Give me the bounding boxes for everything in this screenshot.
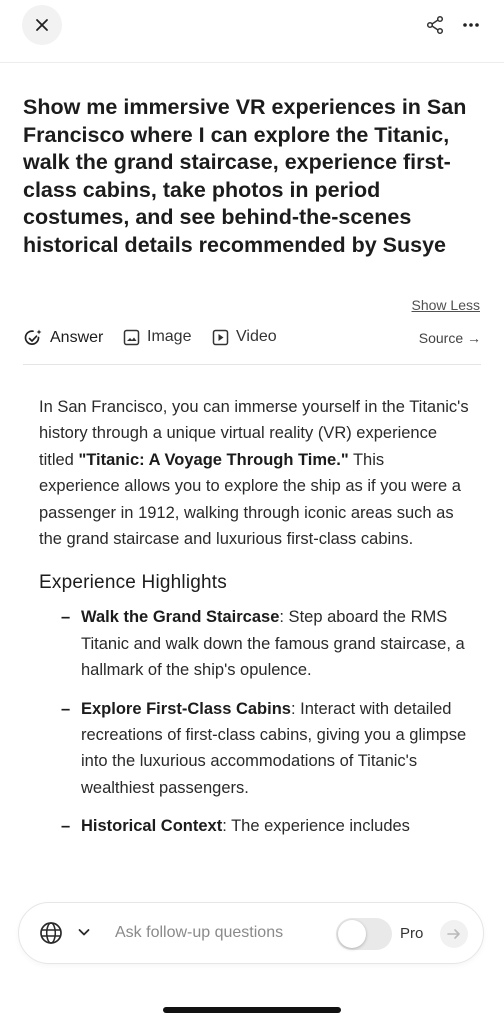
answer-intro: In San Francisco, you can immerse yourse… <box>39 394 469 552</box>
tab-video-label: Video <box>236 328 277 345</box>
highlights-list: – Walk the Grand Staircase: Step aboard t… <box>39 604 469 839</box>
pro-label: Pro <box>400 925 424 942</box>
share-icon <box>426 15 444 35</box>
list-item-title: Historical Context <box>81 817 223 836</box>
send-button[interactable] <box>440 920 468 948</box>
list-item-title: Explore First-Class Cabins <box>81 699 291 718</box>
follow-up-input[interactable]: Ask follow-up questions <box>115 924 283 942</box>
more-horizontal-icon <box>463 23 479 27</box>
list-item: – Explore First-Class Cabins: Interact wi… <box>61 699 467 797</box>
video-icon <box>212 329 229 345</box>
result-tabs: Answer Image Video Source → <box>23 322 481 365</box>
close-icon <box>36 19 48 31</box>
list-item-text: : The experience includes <box>222 817 410 836</box>
source-link[interactable]: Source → <box>419 330 481 346</box>
pro-toggle[interactable] <box>336 918 392 950</box>
image-icon <box>123 329 140 345</box>
section-heading: Experience Highlights <box>39 572 227 594</box>
more-options-button[interactable] <box>458 12 484 38</box>
show-less-link[interactable]: Show Less <box>412 297 480 313</box>
list-item: – Historical Context: The experience incl… <box>61 817 410 836</box>
follow-up-composer: Ask follow-up questions Pro <box>18 902 484 964</box>
top-bar <box>0 0 504 63</box>
answer-body: In San Francisco, you can immerse yourse… <box>39 394 469 852</box>
globe-icon[interactable] <box>39 921 63 945</box>
intro-title-bold: "Titanic: A Voyage Through Time." <box>78 450 349 469</box>
tab-answer-label: Answer <box>50 329 104 346</box>
answer-sparkle-icon <box>24 329 42 345</box>
toggle-knob <box>338 920 366 948</box>
arrow-right-icon <box>447 929 460 939</box>
tab-image-label: Image <box>147 328 192 345</box>
share-button[interactable] <box>422 12 448 38</box>
close-button[interactable] <box>22 5 62 45</box>
chevron-down-icon[interactable] <box>77 925 91 939</box>
tab-answer[interactable]: Answer <box>23 328 103 348</box>
list-item-title: Walk the Grand Staircase <box>81 608 280 627</box>
query-title: Show me immersive VR experiences in San … <box>23 95 467 257</box>
home-indicator <box>163 1007 341 1013</box>
list-item: – Walk the Grand Staircase: Step aboard t… <box>61 608 465 680</box>
tab-video[interactable]: Video <box>212 328 277 346</box>
tab-image[interactable]: Image <box>123 328 191 346</box>
